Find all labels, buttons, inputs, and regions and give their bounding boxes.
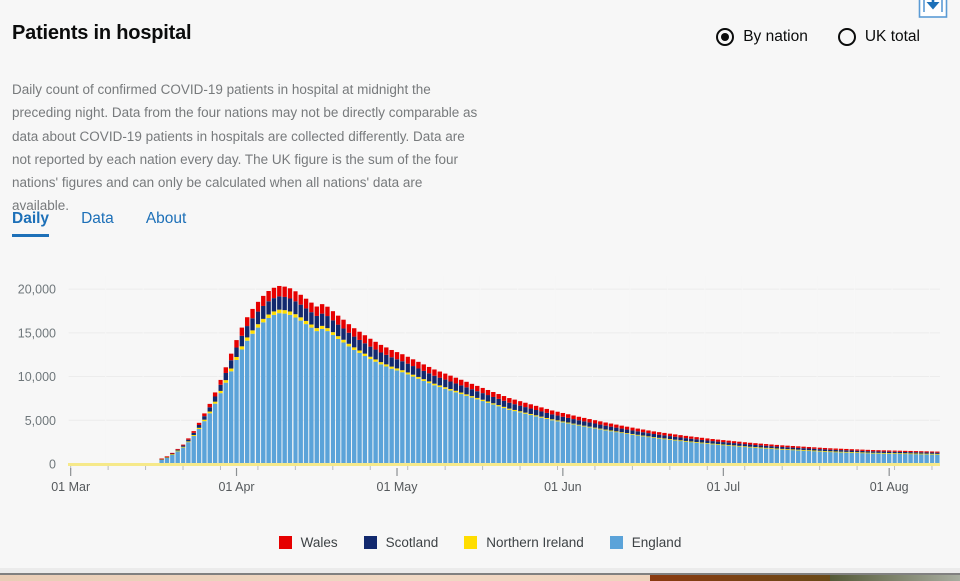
legend-item-northern-ireland[interactable]: Northern Ireland: [464, 535, 584, 550]
radio-mark-uk-total[interactable]: [837, 28, 856, 46]
chart-area: 0 5,000 10,000 15,000 20,000 01 Mar 01 Apr 01 …: [0, 262, 960, 512]
legend-label-england: England: [631, 535, 682, 550]
radio-option-by-nation[interactable]: By nation: [716, 28, 808, 46]
y-axis-tick-labels: 0 5,000 10,000 15,000 20,000: [18, 283, 56, 472]
svg-text:01 Jun: 01 Jun: [544, 480, 582, 494]
chart-description: Daily count of confirmed COVID-19 patien…: [12, 82, 478, 214]
legend-label-northern-ireland: Northern Ireland: [486, 535, 584, 550]
radio-label-by-nation: By nation: [743, 28, 808, 45]
radio-label-uk-total: UK total: [864, 28, 920, 45]
svg-text:0: 0: [49, 458, 56, 472]
svg-text:10,000: 10,000: [18, 370, 56, 384]
axis-layer: [68, 463, 940, 476]
legend-swatch-england: [609, 536, 623, 549]
download-icon[interactable]: [918, 0, 948, 19]
x-axis-tick-labels: 01 Mar 01 Apr 01 May 01 Jun 01 Jul 01 Aug: [51, 480, 908, 494]
chart-legend: Wales Scotland Northern Ireland England: [0, 535, 960, 550]
strip-segment-b: [420, 575, 650, 581]
legend-swatch-northern-ireland: [464, 536, 478, 549]
strip-segment-d: [830, 575, 960, 581]
page-title: Patients in hospital: [12, 22, 192, 44]
svg-text:01 Mar: 01 Mar: [51, 480, 90, 494]
svg-text:01 Jul: 01 Jul: [707, 480, 740, 494]
legend-item-england[interactable]: England: [609, 535, 682, 550]
strip-segment-a: [0, 575, 420, 581]
legend-swatch-wales: [278, 536, 292, 549]
stacked-bar-chart: 05,00010,00015,00020,000 01 Mar 01 Apr 01 …: [18, 276, 940, 494]
tab-bar: Daily Data About: [12, 210, 186, 237]
svg-text:01 Aug: 01 Aug: [870, 480, 909, 494]
tab-daily[interactable]: Daily: [12, 210, 50, 237]
view-mode-radio-group: By nation UK total: [716, 28, 920, 46]
legend-swatch-scotland: [363, 536, 377, 549]
tab-about[interactable]: About: [146, 210, 187, 237]
strip-segment-c: [650, 575, 830, 581]
tab-data[interactable]: Data: [81, 210, 114, 237]
covid-dashboard-card: Patients in hospital By nation UK total …: [0, 0, 960, 581]
svg-text:01 Apr: 01 Apr: [218, 480, 254, 494]
legend-item-scotland[interactable]: Scotland: [363, 535, 439, 550]
radio-mark-by-nation[interactable]: [716, 28, 735, 46]
svg-text:5,000: 5,000: [25, 414, 56, 428]
svg-text:01 May: 01 May: [377, 480, 419, 494]
legend-label-scotland: Scotland: [385, 535, 439, 550]
radio-option-uk-total[interactable]: UK total: [837, 28, 920, 46]
background-window-strip: [0, 568, 960, 581]
svg-text:20,000: 20,000: [18, 283, 56, 297]
bar-series-layer: [67, 276, 940, 464]
legend-item-wales[interactable]: Wales: [278, 535, 338, 550]
svg-text:15,000: 15,000: [18, 326, 56, 340]
legend-label-wales: Wales: [300, 535, 338, 550]
